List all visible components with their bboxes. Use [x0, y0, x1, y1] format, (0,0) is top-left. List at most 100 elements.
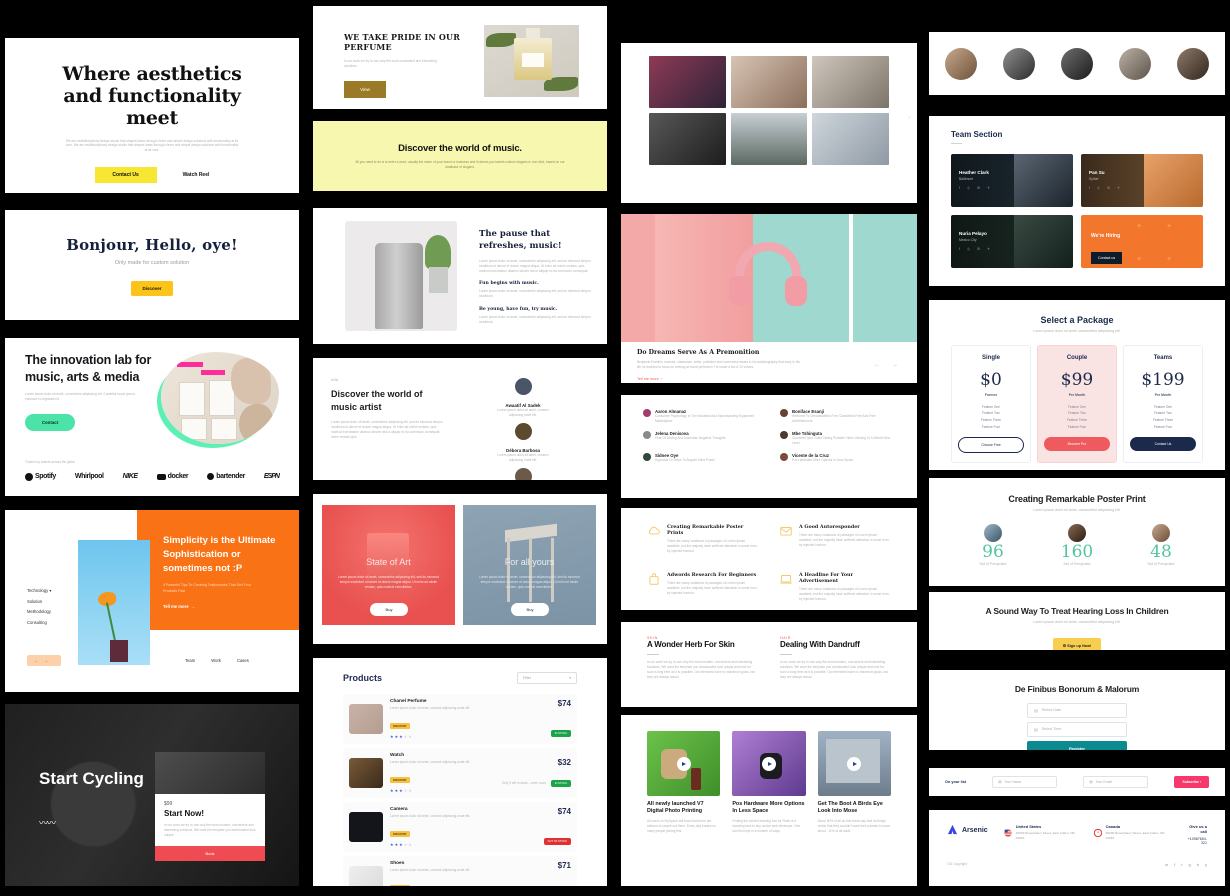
team-card[interactable]: Pan Su Sylhet f ◎ ⊞ ✈ [1081, 154, 1203, 208]
nav-item-methodology[interactable]: Methodology [27, 607, 51, 618]
avatar[interactable] [1061, 47, 1093, 80]
hiring-contact-button[interactable]: Contact us [1091, 252, 1123, 265]
discover-button[interactable]: Discover [131, 281, 173, 296]
bottom-nav-team[interactable]: Team [185, 658, 195, 663]
pricing-card-teams[interactable]: Teams $199 Per Month Feature One Feature… [1123, 344, 1203, 463]
table-row[interactable]: Watch Lorem ipsum dolor sit amet, consec… [343, 748, 577, 798]
plus-icon: + [1137, 256, 1142, 264]
prev-arrow-icon[interactable]: ← [871, 359, 883, 371]
list-item[interactable]: Vicente de la Cruz Pos Hardware More Opt… [780, 452, 895, 463]
video-thumbnail[interactable] [732, 731, 806, 796]
pricing-card-single[interactable]: Single $0 Forever Feature One Feature Tw… [951, 344, 1031, 463]
bottom-nav[interactable]: Team Work Cases [185, 658, 249, 663]
artist-card[interactable]: Gaspar Antunes Lorem ipsum dolor sit ame… [490, 467, 556, 480]
signup-button[interactable]: ⚙ Sign up Now! [1052, 637, 1102, 650]
pricing-card-couple[interactable]: Couple $99 Per Month Feature One Feature… [1037, 344, 1117, 463]
avatar [780, 452, 788, 461]
list-item[interactable]: Aaron Almanaz Consumer Psychology In The… [643, 409, 758, 424]
table-row[interactable]: Chanel Perfume Lorem ipsum dolor sit ame… [343, 694, 577, 744]
watch-reel-link[interactable]: Watch Reel [183, 172, 210, 178]
nav-item-consulting[interactable]: Consulting [27, 618, 51, 629]
video-thumbnail[interactable] [817, 731, 891, 796]
copyright: 101 Copyright [947, 862, 967, 867]
grid-image[interactable] [730, 113, 808, 165]
artist-card[interactable]: Awaatif Al Sadek Lorem ipsum dolor sit a… [490, 378, 556, 418]
avatar[interactable] [945, 47, 977, 80]
article-item[interactable]: SKIN A Wonder Herb For Skin In our work … [647, 636, 758, 680]
article-item[interactable]: HAIR Dealing With Dandruff In our work w… [780, 636, 891, 680]
contact-button[interactable]: Contact [25, 413, 75, 431]
subscribe-button[interactable]: Subscribe › [1174, 776, 1209, 788]
play-icon[interactable] [761, 756, 776, 771]
list-item[interactable]: Mbe Tshinguta Converter Ipod Video Takin… [780, 430, 895, 446]
next-arrow-icon[interactable]: → [889, 359, 901, 371]
time-input[interactable]: ▤ Select Time [1027, 722, 1127, 737]
behance-icon[interactable]: b [1197, 862, 1199, 867]
list-item[interactable]: Jelena Denisova Fear Of Driving And Auto… [643, 430, 758, 446]
table-row[interactable]: Camera Lorem ipsum dolor sit amet, conse… [343, 801, 577, 852]
tile-state-of-art[interactable]: State of Art Lorem ipsum dolor sit amet,… [322, 505, 455, 625]
category-nav[interactable]: Technology ▾ Solution Methodology Consul… [27, 586, 51, 629]
view-button[interactable]: View [344, 80, 386, 98]
list-item[interactable]: Boniface Esanji Welcome To Devclassified… [780, 409, 895, 424]
buy-button[interactable]: Buy [511, 603, 549, 616]
email-input[interactable]: ▤ Your Email [1083, 776, 1149, 788]
date-input[interactable]: ▤ Select Date [1027, 703, 1127, 718]
play-icon[interactable] [676, 756, 691, 771]
carousel-arrows[interactable]: ←→ [27, 655, 61, 666]
calendar-icon: ▤ [1034, 728, 1038, 732]
phone-number[interactable]: +10987654-321 [1184, 837, 1207, 845]
stat-item: 160 Sed Ut Perspiciatis [1035, 523, 1119, 567]
google-icon[interactable]: g [1189, 862, 1191, 867]
linkedin-icon[interactable]: in [1165, 862, 1168, 867]
grid-image[interactable] [730, 56, 808, 108]
name-input[interactable]: ▤ Your Name [992, 776, 1058, 788]
avatar[interactable] [1003, 47, 1035, 80]
table-row[interactable]: Shoes Lorem ipsum dolor sit amet, consec… [343, 855, 577, 886]
team-card[interactable]: Heather Clark Baltimore f ◎ ⊞ ✈ [951, 154, 1073, 208]
cycling-title: Start Cycling [39, 769, 144, 788]
play-icon[interactable] [847, 756, 862, 771]
grid-image[interactable] [812, 56, 889, 108]
grid-image[interactable] [812, 113, 889, 165]
footer-social[interactable]: in f t g b y [1165, 862, 1207, 867]
grid-image[interactable] [649, 56, 726, 108]
video-card[interactable]: All newly launched V7 Digital Photo Prin… [647, 731, 721, 833]
artist-card[interactable]: Débora Barbosa Lorem ipsum dolor sit ame… [490, 422, 556, 463]
youtube-icon[interactable]: y [1205, 862, 1207, 867]
team-card[interactable]: Nuria Pelayo Mexico City f ◎ ⊞ ✈ [951, 215, 1073, 269]
video-card[interactable]: Pos Hardware More Options In Less Space … [732, 731, 806, 833]
list-item[interactable]: Sidnee Oye Hypnosis 10 Steps To Acquire … [643, 452, 758, 463]
member-role: Mexico City [959, 237, 977, 242]
facebook-icon[interactable]: f [1174, 862, 1175, 867]
tile-for-all-yours[interactable]: For all yours Lorem ipsum dolor sit amet… [463, 505, 596, 625]
tell-me-more-link[interactable]: Tell me more → [163, 604, 281, 609]
laptop-icon [779, 572, 793, 586]
choose-free-button[interactable]: Choose Free [958, 436, 1024, 453]
contact-us-button[interactable]: Contact Us [1130, 436, 1196, 451]
product-name: Shoes [390, 860, 405, 866]
video-card[interactable]: Get The Boot A Birds Eye Look Into Mose … [817, 731, 891, 833]
social-icons[interactable]: f ◎ ⊞ ✈ [959, 186, 993, 190]
hiring-card[interactable]: + + + + We're Hiring Contact us [1081, 215, 1203, 269]
bottom-nav-cases[interactable]: Cases [237, 658, 249, 663]
social-icons[interactable]: f ◎ ⊞ ✈ [1089, 186, 1123, 190]
filter-select[interactable]: Filter ▾ [517, 672, 577, 684]
nav-item-technology[interactable]: Technology ▾ [27, 586, 51, 597]
book-button[interactable]: Book [155, 845, 265, 861]
register-button[interactable]: Register [1027, 741, 1127, 750]
buy-button[interactable]: Buy [370, 603, 408, 616]
nav-item-solution[interactable]: Solution [27, 597, 51, 608]
twitter-icon[interactable]: t [1181, 862, 1182, 867]
social-icons[interactable]: f ◎ ⊞ ✈ [959, 247, 993, 251]
video-thumbnail[interactable] [647, 731, 721, 796]
plan-period: Forever [984, 392, 998, 397]
carousel-next-icon[interactable]: › [908, 115, 910, 121]
grid-image[interactable] [649, 113, 726, 165]
avatar[interactable] [1119, 47, 1151, 80]
bottom-nav-work[interactable]: Work [211, 658, 221, 663]
avatar[interactable] [1177, 47, 1209, 80]
contact-us-button[interactable]: Contact Us [94, 167, 157, 184]
tell-me-more-link[interactable]: Tell me more › [637, 377, 871, 381]
become-pro-button[interactable]: Become Pro [1044, 436, 1110, 451]
